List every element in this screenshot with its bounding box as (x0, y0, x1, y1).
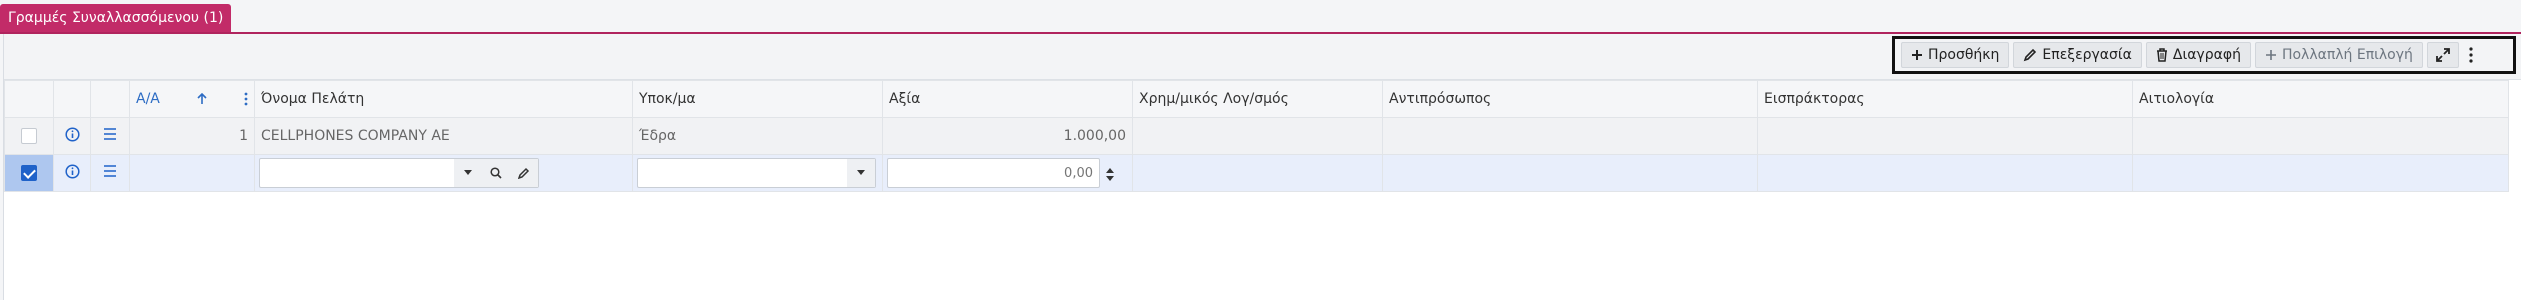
menu-icon[interactable] (103, 128, 117, 140)
row-account (1132, 117, 1383, 155)
new-row-customer-cell (254, 154, 633, 192)
stepper-down-icon[interactable] (1106, 175, 1114, 181)
add-button[interactable]: Προσθήκη (1901, 42, 2010, 68)
header-row: Α/Α Όνομα Πελάτη Υποκ/μα Αξία Χρημ/μικός… (4, 80, 2509, 118)
customer-lookup-field[interactable] (259, 158, 539, 188)
stepper-up-icon[interactable] (1106, 167, 1114, 173)
header-info (53, 80, 91, 118)
multi-select-button-label: Πολλαπλή Επιλογή (2281, 47, 2413, 63)
tab-bar: Γραμμές Συναλλασσόμενου (1) (0, 0, 2521, 34)
customer-edit-button[interactable] (510, 159, 538, 187)
menu-icon[interactable] (103, 165, 117, 177)
expand-button[interactable] (2426, 42, 2459, 68)
value-input[interactable] (888, 160, 1099, 186)
new-row-representative (1382, 154, 1758, 192)
row-menu-cell (90, 117, 130, 155)
row-info-cell (53, 117, 91, 155)
branch-select[interactable] (637, 158, 876, 188)
row-value: 1.000,00 (882, 117, 1133, 155)
row-customer: CELLPHONES COMPANY AE (254, 117, 633, 155)
add-button-label: Προσθήκη (1928, 47, 2000, 63)
trash-icon (2156, 48, 2167, 62)
pencil-icon (518, 167, 530, 179)
search-icon (490, 167, 502, 179)
new-row-select-cell (4, 154, 54, 192)
new-row-reason (2132, 154, 2509, 192)
new-row-account (1132, 154, 1383, 192)
value-stepper[interactable] (1101, 159, 1119, 189)
header-select (4, 80, 54, 118)
multi-select-button[interactable]: Πολλαπλή Επιλογή (2254, 42, 2423, 68)
branch-dropdown-button[interactable] (847, 159, 875, 187)
row-collector (1757, 117, 2133, 155)
header-menu (90, 80, 130, 118)
new-row[interactable] (4, 154, 2509, 192)
header-aa[interactable]: Α/Α (129, 80, 255, 118)
caret-down-icon (857, 170, 865, 175)
edit-button-label: Επεξεργασία (2042, 47, 2132, 63)
sort-ascending-icon[interactable] (197, 93, 207, 105)
grid-toolbar: Προσθήκη Επεξεργασία Διαγραφή Πολλαπλή Ε… (1892, 36, 2516, 74)
customer-search-button[interactable] (482, 159, 510, 187)
caret-down-icon (464, 170, 472, 175)
header-account[interactable]: Χρημ/μικός Λογ/σμός (1132, 80, 1383, 118)
value-number-field[interactable] (887, 158, 1114, 188)
more-options-button[interactable] (2463, 42, 2479, 68)
more-vertical-icon (2469, 47, 2473, 63)
new-row-aa (129, 154, 255, 192)
new-row-info-cell (53, 154, 91, 192)
new-row-checkbox[interactable] (21, 165, 37, 181)
new-row-menu-cell (90, 154, 130, 192)
header-branch[interactable]: Υποκ/μα (632, 80, 883, 118)
lines-table: Α/Α Όνομα Πελάτη Υποκ/μα Αξία Χρημ/μικός… (4, 80, 2509, 192)
header-aa-label: Α/Α (136, 91, 160, 107)
expand-icon (2436, 48, 2450, 62)
row-checkbox[interactable] (21, 128, 37, 144)
plus-icon (2265, 50, 2276, 60)
row-representative (1382, 117, 1758, 155)
row-reason (2132, 117, 2509, 155)
header-reason[interactable]: Αιτιολογία (2132, 80, 2509, 118)
new-row-collector (1757, 154, 2133, 192)
customer-dropdown-button[interactable] (454, 159, 482, 187)
info-icon[interactable] (64, 163, 80, 179)
delete-button-label: Διαγραφή (2172, 47, 2241, 63)
branch-input[interactable] (638, 160, 843, 186)
toolbar-area: Προσθήκη Επεξεργασία Διαγραφή Πολλαπλή Ε… (4, 34, 2521, 80)
row-branch: Έδρα (632, 117, 883, 155)
customer-input[interactable] (260, 160, 450, 186)
plus-icon (1912, 50, 1922, 60)
header-representative[interactable]: Αντιπρόσωπος (1382, 80, 1758, 118)
grid-panel: Προσθήκη Επεξεργασία Διαγραφή Πολλαπλή Ε… (3, 34, 2521, 300)
edit-button[interactable]: Επεξεργασία (2013, 42, 2142, 68)
pencil-icon (2024, 48, 2037, 62)
header-collector[interactable]: Εισπράκτορας (1757, 80, 2133, 118)
column-options-icon[interactable] (244, 92, 248, 106)
new-row-branch-cell (632, 154, 883, 192)
info-icon[interactable] (64, 126, 80, 142)
header-value[interactable]: Αξία (882, 80, 1133, 118)
table-row[interactable]: 1 CELLPHONES COMPANY AE Έδρα 1.000,00 (4, 117, 2509, 155)
tab-transaction-lines[interactable]: Γραμμές Συναλλασσόμενου (1) (0, 4, 232, 32)
row-aa: 1 (129, 117, 255, 155)
delete-button[interactable]: Διαγραφή (2145, 42, 2251, 68)
header-customer[interactable]: Όνομα Πελάτη (254, 80, 633, 118)
row-select-cell (4, 117, 54, 155)
new-row-value-cell (882, 154, 1133, 192)
